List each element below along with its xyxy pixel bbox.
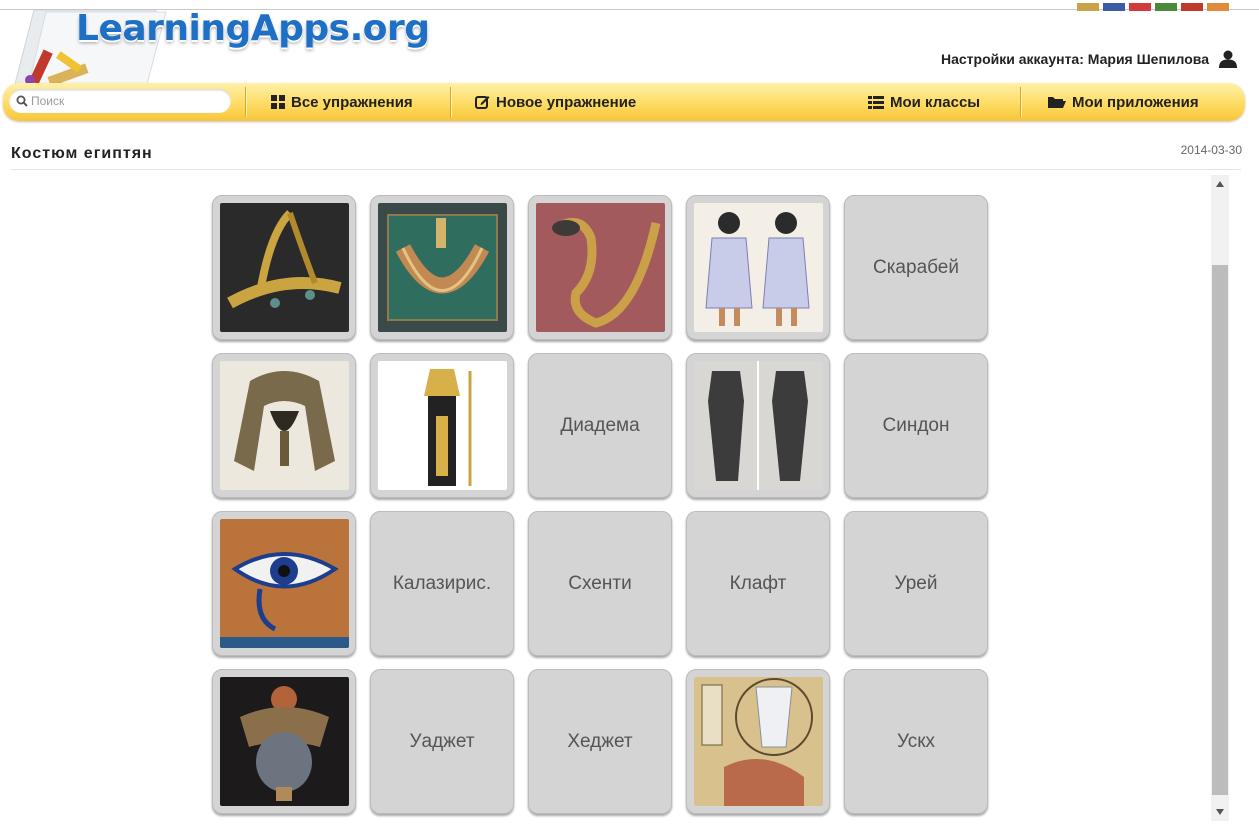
nav-my-apps-label: Мои приложения xyxy=(1072,93,1199,111)
nav-new-exercise-label: Новое упражнение xyxy=(496,93,637,111)
list-icon xyxy=(868,95,884,109)
nav-my-classes[interactable]: Мои классы xyxy=(868,83,980,121)
page-title: Костюм египтян xyxy=(11,145,153,162)
card-label: Клафт xyxy=(729,572,787,594)
scroll-thumb[interactable] xyxy=(1212,265,1228,795)
flag-icon[interactable] xyxy=(1129,3,1151,11)
flag-icon[interactable] xyxy=(1207,3,1229,11)
card-label: Калазирис. xyxy=(392,572,492,594)
nav-all-exercises-label: Все упражнения xyxy=(291,93,413,111)
flag-icon[interactable] xyxy=(1077,3,1099,11)
card-image[interactable] xyxy=(686,195,830,340)
flag-icon[interactable] xyxy=(1181,3,1203,11)
egyptian-dress-figures-photo xyxy=(694,203,823,332)
hedjet-crown-painting xyxy=(694,677,823,806)
scroll-up-arrow-icon[interactable] xyxy=(1211,175,1229,193)
scarab-amulet-photo xyxy=(220,677,349,806)
nav-all-exercises[interactable]: Все упражнения xyxy=(271,83,413,121)
wedjat-eye-photo xyxy=(220,519,349,648)
nav-new-exercise[interactable]: Новое упражнение xyxy=(475,83,636,121)
logo-text[interactable]: LearningApps.org xyxy=(76,8,430,49)
card-image[interactable] xyxy=(212,669,356,814)
card-text[interactable]: Клафт xyxy=(686,511,830,656)
card-image[interactable] xyxy=(686,353,830,498)
card-image[interactable] xyxy=(528,195,672,340)
diadem-photo xyxy=(220,203,349,332)
search-box[interactable] xyxy=(9,89,231,113)
nav-my-apps[interactable]: Мои приложения xyxy=(1048,83,1199,121)
card-image[interactable] xyxy=(370,353,514,498)
card-image[interactable] xyxy=(212,511,356,656)
card-label: Синдон xyxy=(882,414,950,436)
edit-icon xyxy=(475,95,490,109)
card-label: Урей xyxy=(894,572,938,594)
card-text[interactable]: Диадема xyxy=(528,353,672,498)
flag-icon[interactable] xyxy=(1103,3,1125,11)
card-label: Диадема xyxy=(560,414,640,436)
uraeus-cobra-photo xyxy=(536,203,665,332)
language-flags[interactable] xyxy=(1077,3,1229,11)
card-text[interactable]: Синдон xyxy=(844,353,988,498)
search-icon xyxy=(16,95,28,107)
user-icon[interactable] xyxy=(1217,50,1239,68)
matching-grid: Скарабей Диадема Синдон Калазирис. Схент… xyxy=(212,195,992,820)
account-label[interactable]: Настройки аккаунта: Мария Шепилова xyxy=(941,51,1209,67)
grid-icon xyxy=(271,95,285,109)
search-input[interactable] xyxy=(31,94,211,108)
card-label: Скарабей xyxy=(872,256,959,278)
card-image[interactable] xyxy=(212,353,356,498)
card-text[interactable]: Схенти xyxy=(528,511,672,656)
nav-my-classes-label: Мои классы xyxy=(890,93,981,111)
card-text[interactable]: Скарабей xyxy=(844,195,988,340)
nav-separator xyxy=(245,87,246,117)
page-date: 2014-03-30 xyxy=(1180,143,1242,157)
scroll-down-arrow-icon[interactable] xyxy=(1211,803,1229,821)
main-navbar: Все упражнения Новое упражнение Мои клас… xyxy=(3,83,1245,121)
folder-icon xyxy=(1048,97,1066,108)
nav-separator xyxy=(450,87,451,117)
card-label: Хеджет xyxy=(567,730,633,752)
nemes-headdress-photo xyxy=(220,361,349,490)
card-text[interactable]: Хеджет xyxy=(528,669,672,814)
card-text[interactable]: Урей xyxy=(844,511,988,656)
title-divider xyxy=(11,169,1241,170)
necklace-photo xyxy=(378,203,507,332)
account-settings[interactable]: Настройки аккаунта: Мария Шепилова xyxy=(941,50,1239,68)
nav-separator xyxy=(1020,87,1021,117)
card-label: Ускх xyxy=(896,730,936,752)
flag-icon[interactable] xyxy=(1155,3,1177,11)
card-label: Схенти xyxy=(568,572,632,594)
card-image[interactable] xyxy=(212,195,356,340)
sindon-statues-photo xyxy=(694,361,823,490)
card-label: Уаджет xyxy=(409,730,475,752)
card-image[interactable] xyxy=(686,669,830,814)
card-text[interactable]: Ускх xyxy=(844,669,988,814)
card-text[interactable]: Калазирис. xyxy=(370,511,514,656)
card-text[interactable]: Уаджет xyxy=(370,669,514,814)
vertical-scrollbar[interactable] xyxy=(1211,175,1229,821)
pharaoh-costume-photo xyxy=(378,361,507,490)
card-image[interactable] xyxy=(370,195,514,340)
